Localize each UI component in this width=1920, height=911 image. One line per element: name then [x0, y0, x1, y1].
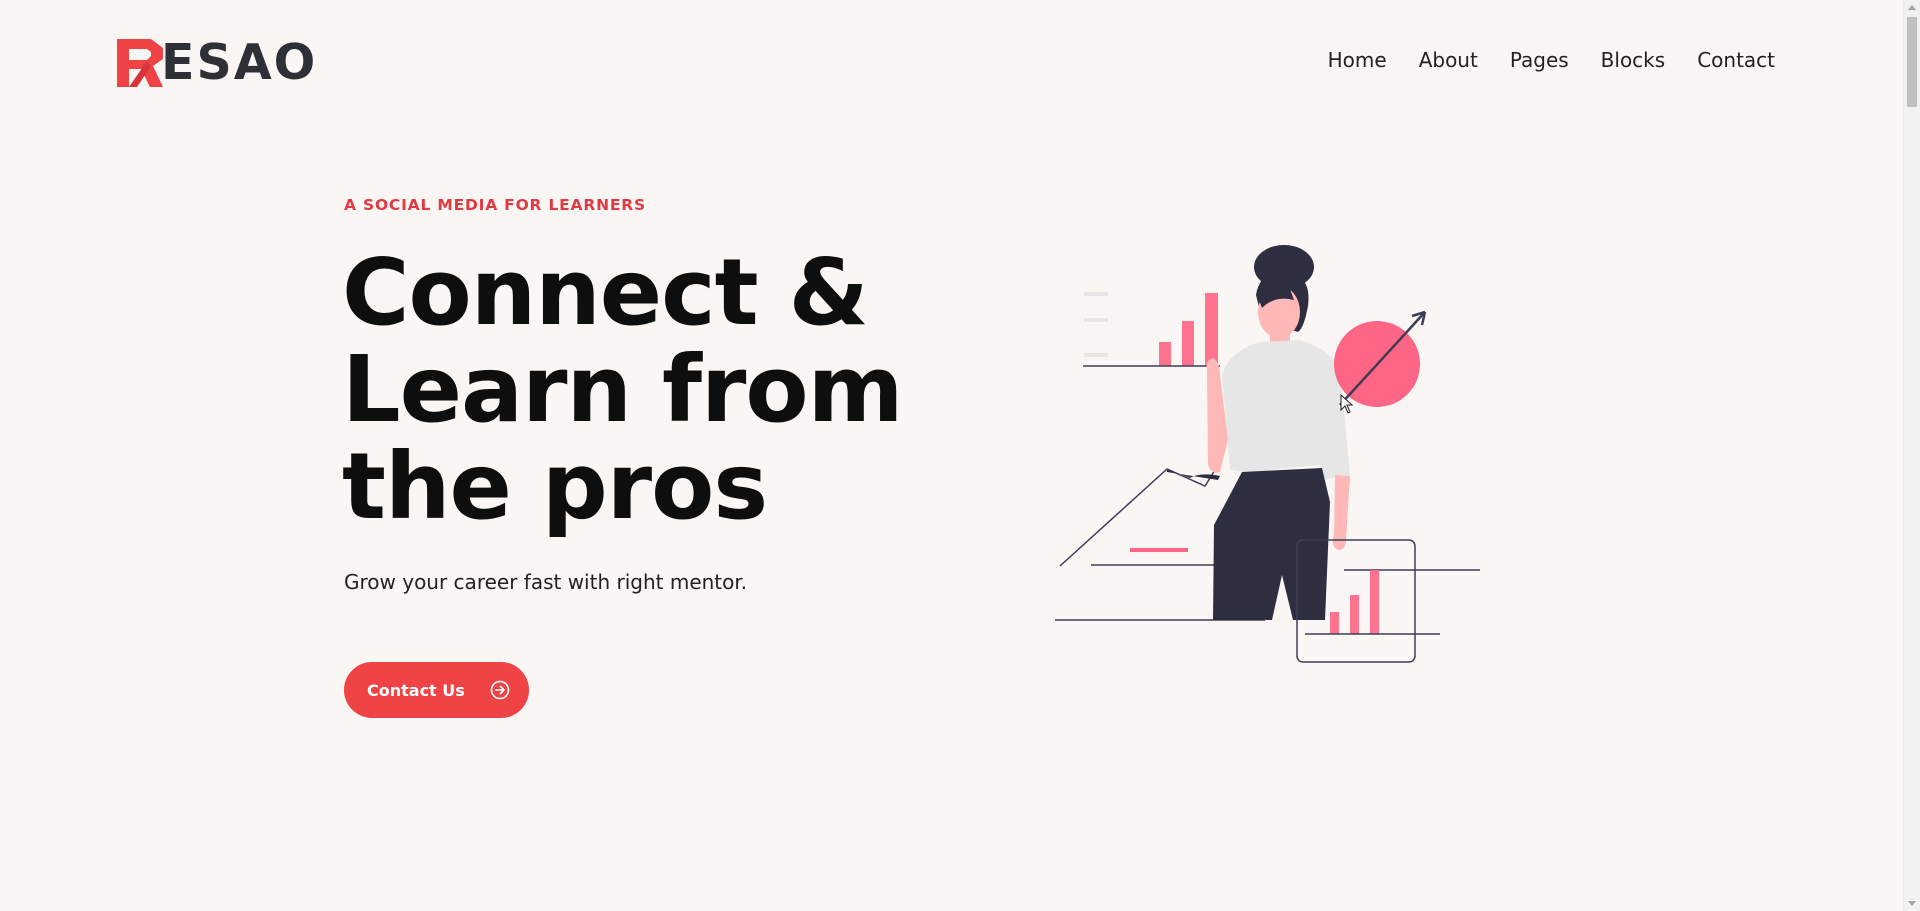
- growth-arrow: [1334, 310, 1427, 407]
- scrollbar-thumb[interactable]: [1907, 17, 1917, 107]
- nav-contact[interactable]: Contact: [1697, 48, 1775, 72]
- nav-about[interactable]: About: [1419, 48, 1478, 72]
- scroll-up-arrow-icon[interactable]: [1908, 5, 1916, 10]
- top-bar-chart: [1083, 292, 1220, 367]
- contact-us-button[interactable]: Contact Us: [344, 662, 529, 718]
- hero-eyebrow: A SOCIAL MEDIA FOR LEARNERS: [344, 196, 646, 214]
- brand-logo[interactable]: ESAO: [117, 38, 317, 88]
- scroll-down-arrow-icon[interactable]: [1908, 901, 1916, 906]
- nav-pages[interactable]: Pages: [1510, 48, 1569, 72]
- nav-blocks[interactable]: Blocks: [1601, 48, 1666, 72]
- mouse-cursor-icon: [1340, 394, 1354, 414]
- woman-figure: [1206, 245, 1350, 620]
- vertical-scrollbar[interactable]: [1903, 0, 1920, 911]
- headline-line-1: Connect &: [342, 239, 869, 346]
- contact-us-label: Contact Us: [367, 680, 465, 700]
- nav-home[interactable]: Home: [1328, 48, 1387, 72]
- hero-headline: Connect & Learn from the pros: [342, 244, 962, 535]
- headline-line-2: Learn from: [342, 336, 903, 443]
- hero-subtitle: Grow your career fast with right mentor.: [344, 570, 748, 594]
- brand-name: ESAO: [161, 34, 318, 91]
- main-nav: Home About Pages Blocks Contact: [1328, 48, 1775, 72]
- landing-page: ESAO Home About Pages Blocks Contact A S…: [0, 0, 1920, 911]
- headline-line-3: the pros: [342, 433, 768, 540]
- woman-with-growth-charts-illustration: [1055, 245, 1480, 663]
- circle-arrow-right-icon: [490, 680, 510, 700]
- r-logo-icon: [117, 39, 163, 87]
